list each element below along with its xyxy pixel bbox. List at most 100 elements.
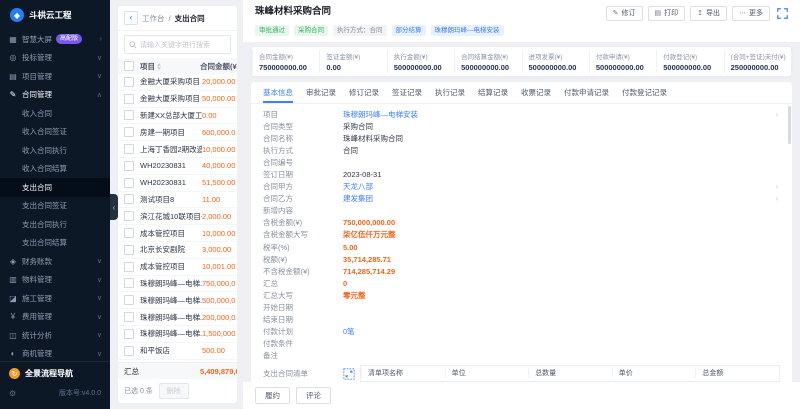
row-checkbox[interactable] [124, 329, 134, 339]
list-row[interactable]: 上海丁香园2期改造... 10,000.00 [118, 141, 237, 158]
list-row[interactable]: 滨江花城10联项目-... 2,000.00 [118, 208, 237, 225]
breadcrumb-root[interactable]: 工作台 [142, 13, 165, 24]
form-row: 不含税金额(¥) 714,285,714.29 [263, 265, 780, 277]
list-row[interactable]: 金融大厦采购项目 50,000.00 [118, 91, 237, 108]
row-project-name: 测试项目8 [140, 194, 202, 205]
list-row[interactable]: 成本管控项目 10,001.00 [118, 259, 237, 276]
sidebar-item[interactable]: ¥ 费用管理 ∨ [0, 308, 110, 327]
list-row[interactable]: 珠穆朗玛峰—电梯... 200,000,0 [118, 309, 237, 326]
sidebar-item[interactable]: 收入合同执行 [0, 141, 110, 160]
sidebar-item[interactable]: 支出合同执行 [0, 215, 110, 234]
sidebar-item[interactable]: ◪ 施工管理 ∨ [0, 289, 110, 308]
list-row[interactable]: 北京长安剧院 3,000.00 [118, 242, 237, 259]
sidebar-item[interactable]: ▤ 项目管理 ∨ [0, 67, 110, 86]
column-project[interactable]: 项目 [140, 61, 200, 72]
sidebar-item[interactable]: ◫ 统计分析 ∨ [0, 326, 110, 345]
sidebar-item[interactable]: ◈ 财务账款 ∨ [0, 252, 110, 271]
expand-icon[interactable] [343, 368, 355, 380]
sidebar-item[interactable]: 收入合同签证 [0, 123, 110, 142]
detail-tab[interactable]: 审批记录 [306, 82, 336, 103]
status-badge: 执行方式：合同 [333, 25, 387, 36]
detail-tab[interactable]: 收票记录 [521, 82, 551, 103]
detail-card: 基本信息 审批记录 修订记录 签证记录 执行记录 结算记录 收票记录 付款申请记… [251, 82, 792, 388]
sidebar-item[interactable]: 支出合同 [0, 178, 110, 197]
list-row[interactable]: 珠穆朗玛峰—电梯... 500,000,0 [118, 292, 237, 309]
sidebar-item[interactable]: ◎ 投标管理 ∨ [0, 49, 110, 68]
back-button[interactable]: ‹ [124, 11, 138, 25]
detail-tab[interactable]: 执行记录 [435, 82, 465, 103]
sidebar-item[interactable]: 收入合同结算 [0, 160, 110, 179]
scrollbar-thumb[interactable] [788, 106, 791, 144]
list-row[interactable]: WH20230831 51,500.00 [118, 175, 237, 192]
action-button[interactable]: ▤ 打印 [648, 6, 686, 21]
list-row[interactable]: 珠穆朗玛峰—电梯... 750,000,0 [118, 276, 237, 293]
row-chevron-icon[interactable]: › [775, 182, 778, 191]
row-checkbox[interactable] [124, 346, 134, 356]
footer-action-button[interactable]: 评论 [296, 387, 331, 404]
row-checkbox[interactable] [124, 94, 134, 104]
list-row[interactable]: 测试项目8 11.00 [118, 192, 237, 209]
list-row[interactable]: 新建XX总部大厦工... 0.00 [118, 108, 237, 125]
sidebar-item[interactable]: ✎ 合同管理 ∧ [0, 86, 110, 105]
sidebar-item[interactable]: 支出合同签证 [0, 197, 110, 216]
row-checkbox[interactable] [124, 127, 134, 137]
action-button-icon: ▤ [655, 9, 662, 18]
detail-tab[interactable]: 付款申请记录 [564, 82, 609, 103]
sidebar-item[interactable]: ▦ 智慧大屏 高配版 › [0, 30, 110, 49]
footer-action-button[interactable]: 履约 [255, 387, 290, 404]
row-checkbox[interactable] [124, 194, 134, 204]
row-checkbox[interactable] [124, 295, 134, 305]
process-nav-button[interactable]: ↻ 全景流程导航 [9, 368, 101, 379]
detail-tab[interactable]: 签证记录 [392, 82, 422, 103]
fullscreen-button[interactable] [777, 8, 788, 19]
sidebar-item[interactable]: ◐ 商机管理 ∨ [0, 345, 110, 362]
row-checkbox[interactable] [124, 211, 134, 221]
search-input[interactable]: 请输入关键字进行搜索 [124, 35, 231, 54]
list-row[interactable]: 金融大厦采购项目 20,000.00 [118, 74, 237, 91]
form-row: 开始日期 [263, 302, 780, 314]
sidebar-item[interactable]: 收入合同 [0, 104, 110, 123]
gear-icon[interactable]: ⚙ [9, 389, 16, 398]
form-row: 汇总 0 [263, 277, 780, 289]
status-badge: 珠穆朗玛峰—电梯安装 [431, 25, 504, 36]
row-chevron-icon[interactable]: › [775, 194, 778, 203]
row-checkbox[interactable] [124, 144, 134, 154]
detail-tab[interactable]: 修订记录 [349, 82, 379, 103]
row-amount: 10,000.00 [202, 229, 237, 238]
detail-tab[interactable]: 结算记录 [478, 82, 508, 103]
detail-tab[interactable]: 基本信息 [263, 82, 293, 103]
menu-item-icon: ◈ [8, 257, 18, 266]
list-row[interactable]: 和平饭店 500.00 [118, 343, 237, 360]
row-checkbox[interactable] [124, 262, 134, 272]
action-button[interactable]: ↥ 导出 [690, 6, 727, 21]
menu-item-icon: ▦ [8, 35, 18, 44]
action-button[interactable]: ⋯ 更多 [732, 6, 770, 21]
select-all-checkbox[interactable] [124, 61, 134, 71]
detail-tab[interactable]: 付款登记记录 [622, 82, 667, 103]
checklist-label: 支出合同清单 [263, 365, 343, 379]
sidebar-item[interactable]: 支出合同结算 [0, 234, 110, 253]
row-checkbox[interactable] [124, 161, 134, 171]
action-button-icon: ↥ [697, 9, 703, 18]
sidebar-collapse-handle[interactable]: ‹ [110, 194, 118, 220]
row-checkbox[interactable] [124, 178, 134, 188]
row-checkbox[interactable] [124, 278, 134, 288]
list-row[interactable]: WH20230831 40,000.00 [118, 158, 237, 175]
row-checkbox[interactable] [124, 312, 134, 322]
menu-item-label: 财务账款 [22, 256, 52, 267]
list-row[interactable]: 房建一期项目 600,000.0 [118, 124, 237, 141]
sort-icon[interactable] [157, 63, 161, 70]
delete-button[interactable]: 删除 [159, 383, 189, 399]
sidebar-item[interactable]: ▥ 物料管理 ∨ [0, 271, 110, 290]
row-checkbox[interactable] [124, 245, 134, 255]
stat-label: 付款登记(¥) [663, 51, 717, 61]
row-checkbox[interactable] [124, 110, 134, 120]
checklist-column: 清单项名称 [361, 368, 445, 378]
list-row[interactable]: 成本管控项目 10,000.00 [118, 225, 237, 242]
action-button[interactable]: ✎ 修订 [606, 6, 643, 21]
row-chevron-icon[interactable]: › [775, 110, 778, 119]
action-button-label: 更多 [749, 9, 763, 18]
row-checkbox[interactable] [124, 228, 134, 238]
row-checkbox[interactable] [124, 77, 134, 87]
list-row[interactable]: 珠穆朗玛峰—电梯... 1,500,000 [118, 326, 237, 343]
